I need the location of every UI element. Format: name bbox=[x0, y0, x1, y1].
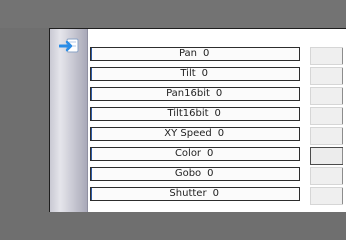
side-button-6[interactable] bbox=[310, 147, 343, 165]
channel-value: 0 bbox=[201, 68, 209, 79]
channel-label: Tilt16bit bbox=[167, 108, 209, 119]
channel-value: 0 bbox=[215, 88, 223, 99]
channel-row-pan[interactable]: Pan 0 bbox=[90, 47, 300, 61]
top-bar bbox=[0, 0, 346, 28]
channel-label: Color bbox=[174, 148, 202, 159]
channel-row-color[interactable]: Color 0 bbox=[90, 147, 300, 161]
channel-value: 0 bbox=[212, 188, 219, 199]
channel-value: 0 bbox=[207, 168, 214, 179]
channel-value: 0 bbox=[214, 108, 221, 119]
side-button-8[interactable] bbox=[310, 187, 343, 205]
channel-row-gobo[interactable]: Gobo 0 bbox=[90, 167, 300, 181]
channel-label: Pan16bit bbox=[166, 88, 210, 99]
channel-row-xy-speed[interactable]: XY Speed 0 bbox=[90, 127, 300, 141]
side-button-2[interactable] bbox=[310, 67, 343, 85]
channel-row-pan16bit[interactable]: Pan16bit 0 bbox=[90, 87, 300, 101]
side-button-5[interactable] bbox=[310, 127, 343, 145]
channel-row-shutter[interactable]: Shutter 0 bbox=[90, 187, 300, 201]
channel-value: 0 bbox=[217, 128, 225, 139]
channel-label: Gobo bbox=[174, 168, 202, 179]
channel-label: Shutter bbox=[169, 188, 207, 199]
channel-value: 0 bbox=[203, 48, 210, 59]
side-button-4[interactable] bbox=[310, 107, 343, 125]
import-arrow-icon[interactable] bbox=[58, 37, 81, 55]
channel-label: Pan bbox=[178, 48, 198, 59]
channel-list: Pan 0 Tilt 0 Pan16bit 0 Tilt16bit 0 XY S… bbox=[90, 47, 303, 212]
left-strip bbox=[50, 29, 88, 212]
control-panel: Pan 0 Tilt 0 Pan16bit 0 Tilt16bit 0 XY S… bbox=[49, 28, 346, 212]
side-button-1[interactable] bbox=[310, 47, 343, 65]
side-button-3[interactable] bbox=[310, 87, 343, 105]
side-button-7[interactable] bbox=[310, 167, 343, 185]
side-button-column bbox=[310, 47, 346, 212]
channel-row-tilt[interactable]: Tilt 0 bbox=[90, 67, 300, 81]
channel-label: XY Speed bbox=[164, 128, 212, 139]
channel-value: 0 bbox=[207, 148, 214, 159]
channel-label: Tilt bbox=[180, 68, 196, 79]
channel-row-tilt16bit[interactable]: Tilt16bit 0 bbox=[90, 107, 300, 121]
